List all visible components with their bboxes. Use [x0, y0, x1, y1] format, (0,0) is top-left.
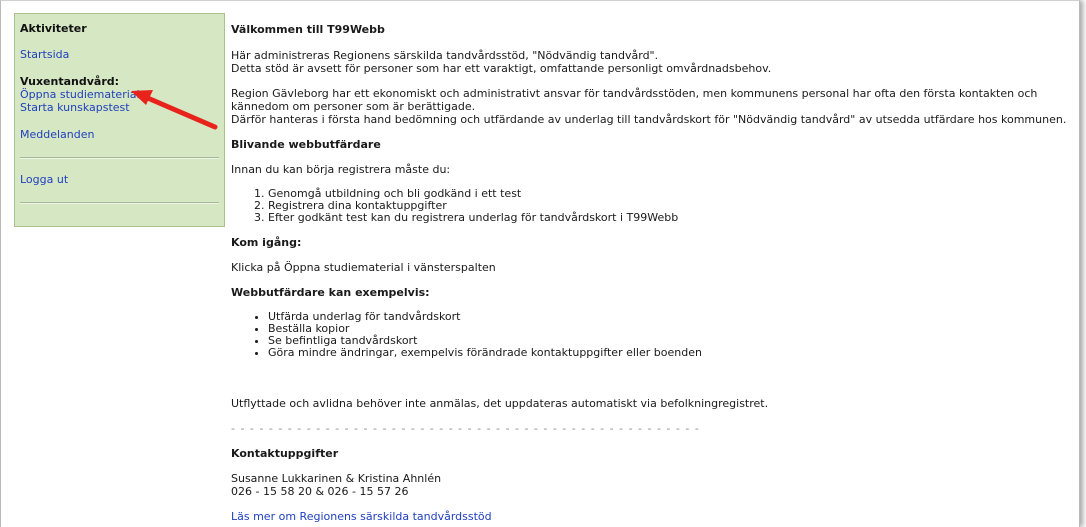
region-paragraph: Region Gävleborg har ett ekonomiskt och … [231, 87, 1071, 126]
intro-line-2: Detta stöd är avsett för personer som ha… [231, 62, 772, 75]
intro-line-1: Här administreras Regionens särskilda ta… [231, 49, 659, 62]
region-line-2: Därför hanteras i första hand bedömning … [231, 113, 1067, 126]
sidebar-divider [20, 202, 219, 204]
dashed-divider: - - - - - - - - - - - - - - - - - - - - … [231, 422, 701, 435]
page-frame: Aktiviteter Startsida Vuxentandvård: Öpp… [0, 0, 1080, 527]
steps-list: Genomgå utbildning och bli godkänd i ett… [231, 188, 1071, 224]
read-more-link[interactable]: Läs mer om Regionens särskilda tandvårds… [231, 510, 492, 523]
start-text: Klicka på Öppna studiematerial i vänster… [231, 261, 496, 274]
red-arrow-annotation [131, 90, 218, 130]
moved-text: Utflyttade och avlidna behöver inte anmä… [231, 397, 769, 410]
list-item: Efter godkänt test kan du registrera und… [268, 212, 1071, 224]
sidebar-link-logout[interactable]: Logga ut [20, 173, 219, 186]
sidebar-heading: Aktiviteter [20, 22, 87, 35]
region-line-1: Region Gävleborg har ett ekonomiskt och … [231, 87, 1038, 113]
contact-phones: 026 - 15 58 20 & 026 - 15 57 26 [231, 485, 409, 498]
contact-info: Susanne Lukkarinen & Kristina Ahnlén 026… [231, 472, 1071, 498]
start-heading: Kom igång: [231, 236, 302, 249]
page-title: Välkommen till T99Webb [231, 23, 385, 36]
become-heading: Blivande webbutfärdare [231, 138, 381, 151]
become-intro: Innan du kan börja registrera måste du: [231, 163, 451, 176]
sidebar-link-startsida[interactable]: Startsida [20, 48, 219, 61]
contact-heading: Kontaktuppgifter [231, 447, 339, 460]
contact-names: Susanne Lukkarinen & Kristina Ahnlén [231, 472, 442, 485]
main-content: Välkommen till T99Webb Här administreras… [231, 23, 1071, 523]
can-heading: Webbutfärdare kan exempelvis: [231, 286, 430, 299]
can-list: Utfärda underlag för tandvårdskort Bestä… [231, 311, 1071, 359]
list-item: Göra mindre ändringar, exempelvis föränd… [268, 347, 1071, 359]
list-item: Utfärda underlag för tandvårdskort [268, 311, 1071, 323]
intro-paragraph: Här administreras Regionens särskilda ta… [231, 49, 1071, 75]
